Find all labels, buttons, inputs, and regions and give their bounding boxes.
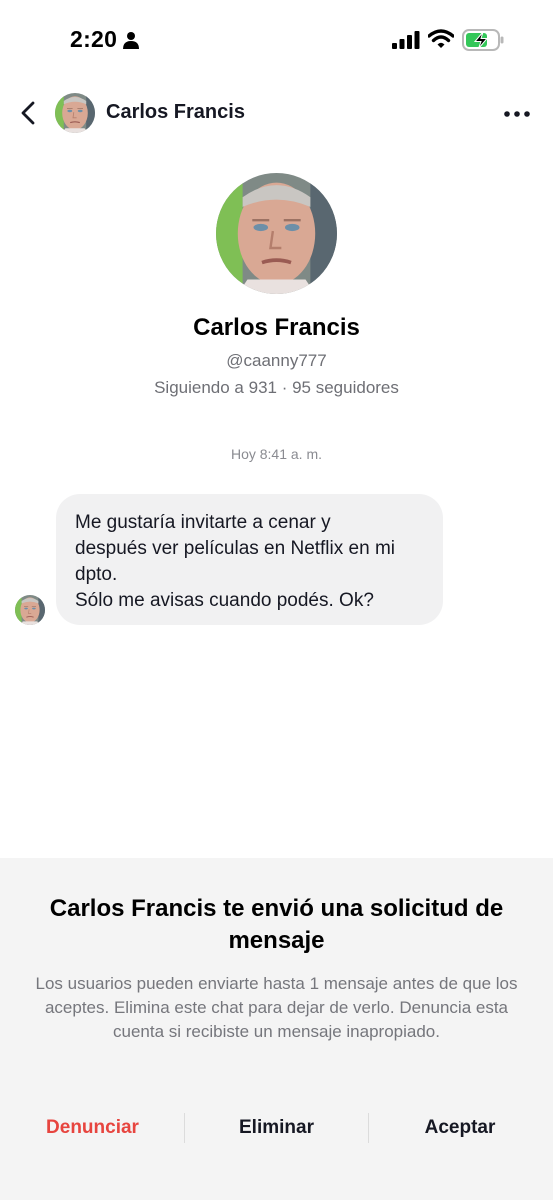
- header-avatar[interactable]: [55, 93, 95, 133]
- signal-icon: [392, 31, 420, 49]
- action-divider: [368, 1113, 369, 1143]
- profile-stats: Siguiendo a 931 · 95 seguidores: [154, 378, 399, 397]
- request-title: Carlos Francis te envió una solicitud de…: [49, 895, 504, 954]
- message-timestamp: Hoy 8:41 a. m.: [230, 446, 323, 462]
- status-time: 2:20: [70, 26, 118, 52]
- battery-charging-icon: [462, 29, 504, 51]
- message-text: Me gustaría invitarte a cenar y después …: [75, 512, 395, 611]
- chat-header: Carlos Francis: [0, 88, 553, 140]
- delete-button[interactable]: Eliminar: [185, 1110, 368, 1146]
- profile-name[interactable]: Carlos Francis: [0, 314, 553, 342]
- more-options-icon[interactable]: [502, 101, 532, 127]
- message-request-sheet: Carlos Francis te envió una solicitud de…: [0, 858, 553, 1200]
- wifi-icon: [428, 29, 454, 48]
- message-bubble[interactable]: Me gustaría invitarte a cenar y después …: [56, 494, 443, 625]
- person-icon: [123, 32, 139, 49]
- profile-handle: @caanny777: [226, 351, 327, 370]
- profile-avatar[interactable]: [216, 173, 337, 294]
- header-title[interactable]: Carlos Francis: [106, 101, 245, 124]
- status-bar: 2:20: [0, 0, 553, 80]
- back-arrow-icon[interactable]: [16, 100, 42, 126]
- report-button[interactable]: Denunciar: [20, 1110, 165, 1146]
- accept-button[interactable]: Aceptar: [370, 1110, 550, 1146]
- message-sender-avatar[interactable]: [15, 595, 45, 625]
- request-actions: Denunciar Eliminar Aceptar: [0, 1110, 553, 1146]
- request-description: Los usuarios pueden enviarte hasta 1 men…: [35, 974, 518, 1041]
